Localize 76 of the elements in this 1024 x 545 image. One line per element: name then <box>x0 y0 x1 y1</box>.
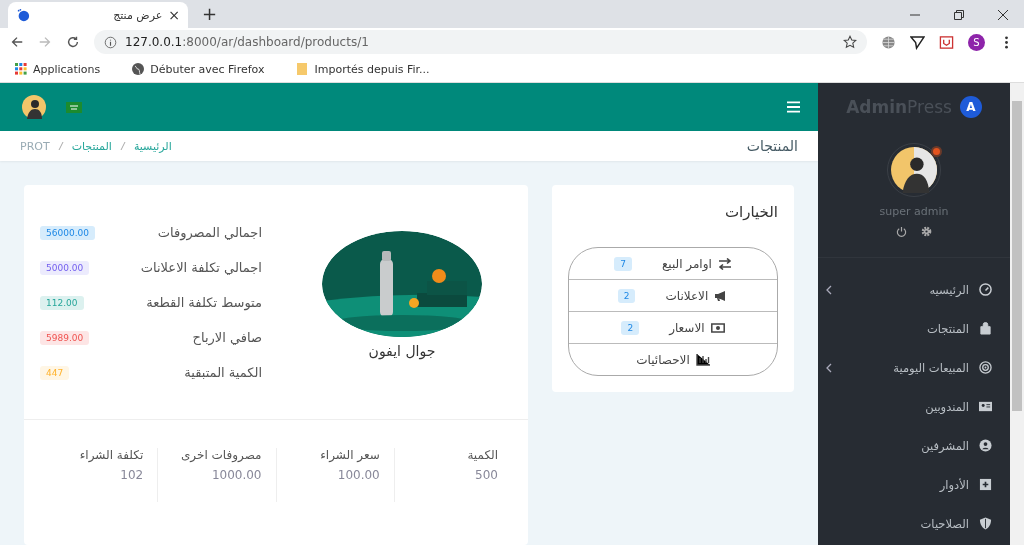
bookmark-link[interactable]: Débuter avec Firefox <box>129 60 268 78</box>
value-badge: 56000.00 <box>40 225 95 240</box>
bar-chart-icon <box>695 353 710 366</box>
stat-label: اجمالي تكلفة الاعلانات <box>140 260 262 275</box>
separator-icon <box>57 141 64 151</box>
chevron-icon <box>826 362 832 373</box>
summary-value: 102 <box>120 468 144 482</box>
logo-mark: A <box>959 96 982 118</box>
user-icon <box>979 439 992 452</box>
summary-label: مصروفات اخرى <box>180 448 262 462</box>
avatar <box>891 147 937 193</box>
globe-icon <box>132 63 145 75</box>
bookmark-link[interactable]: Importés depuis Fir... <box>293 60 433 78</box>
chevron-icon <box>826 284 832 295</box>
summary-value: 100.00 <box>337 468 380 482</box>
profile-avatar[interactable]: S <box>968 33 985 51</box>
target-icon <box>979 361 992 374</box>
idcard-icon <box>979 400 992 413</box>
card-title: الخيارات <box>723 203 778 221</box>
shield-icon <box>979 517 992 530</box>
count-badge: 2 <box>617 288 636 303</box>
info-icon <box>104 35 117 49</box>
globe-icon[interactable] <box>881 34 896 50</box>
sidebar-item[interactable]: المشرفين <box>818 426 1010 465</box>
count-badge: 7 <box>614 256 632 271</box>
summary-label: تكلفة الشراء <box>79 448 144 462</box>
close-icon[interactable]: × <box>168 7 180 23</box>
summary-value: 1000.00 <box>211 468 262 482</box>
option-item[interactable]: الاحصائيات <box>569 344 777 375</box>
banknote-icon <box>710 321 725 334</box>
plus-icon <box>979 478 992 491</box>
sidebar-item[interactable]: المنتجات <box>818 309 1010 348</box>
avatar[interactable] <box>22 95 46 119</box>
star-icon[interactable] <box>843 35 857 49</box>
value-badge: 5989.00 <box>40 330 90 345</box>
stat-label: صافي الارباح <box>192 330 262 345</box>
product-name: جوال ايفون <box>368 343 436 359</box>
apps-icon <box>15 63 27 75</box>
user-name: super admin <box>879 205 949 218</box>
status-dot <box>931 146 942 157</box>
count-badge: 2 <box>621 320 640 335</box>
new-tab-button[interactable]: + <box>202 3 218 24</box>
bookmark-link[interactable]: Applications <box>12 60 104 78</box>
settings-icon[interactable] <box>921 226 932 237</box>
gauge-icon <box>979 283 992 296</box>
logo-icon <box>16 8 30 22</box>
sidebar-item[interactable]: الأدوار <box>818 465 1010 504</box>
separator-icon <box>119 141 126 151</box>
stat-label: اجمالي المصروفات <box>157 225 262 240</box>
page-title: المنتجات <box>746 138 798 154</box>
restore-icon[interactable] <box>954 10 964 20</box>
send-icon[interactable] <box>910 34 925 50</box>
exchange-icon <box>717 257 732 270</box>
tab-title: عرض منتج <box>112 8 163 22</box>
bag-icon <box>979 322 992 335</box>
summary-value: 500 <box>475 468 498 482</box>
sidebar-item[interactable]: الصلاحيات <box>818 504 1010 543</box>
value-badge: 447 <box>40 365 70 380</box>
sidebar-item[interactable]: المندوبين <box>818 387 1010 426</box>
summary-label: سعر الشراء <box>320 448 380 462</box>
browser-tab[interactable]: عرض منتج × <box>8 2 188 28</box>
stat-label: الكمية المتبقية <box>184 365 262 380</box>
value-badge: 112.00 <box>40 295 84 310</box>
address-bar[interactable]: 127.0.0.1:8000/ar/dashboard/products/1 <box>94 30 867 54</box>
reload-icon[interactable] <box>66 35 80 49</box>
stat-label: متوسط تكلفة القطعة <box>146 295 262 310</box>
power-icon[interactable] <box>896 226 907 237</box>
summary-label: الكمية <box>467 448 498 462</box>
back-icon[interactable] <box>10 35 24 49</box>
close-icon[interactable] <box>998 10 1008 20</box>
value-badge: 5000.00 <box>40 260 90 275</box>
sidebar-item[interactable]: المبيعات اليومية <box>818 348 1010 387</box>
extension-icon[interactable] <box>939 34 954 50</box>
sidebar-item[interactable]: الرئيسيه <box>818 270 1010 309</box>
folder-icon <box>296 63 309 75</box>
scrollbar[interactable] <box>1010 83 1024 545</box>
